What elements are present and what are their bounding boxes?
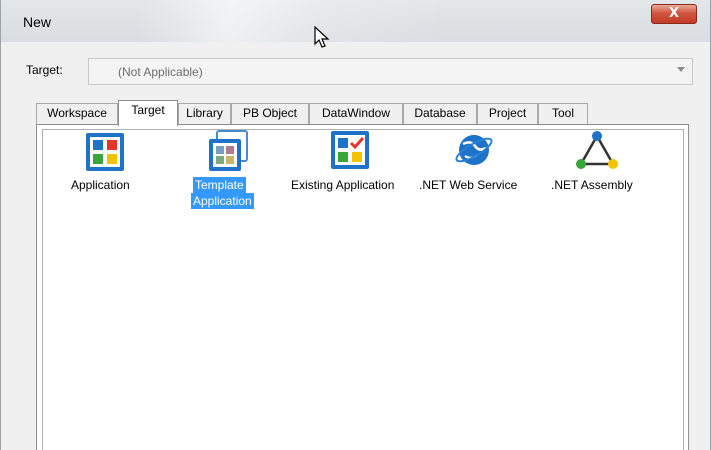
close-icon: X bbox=[668, 6, 680, 21]
tab-project[interactable]: Project bbox=[477, 103, 538, 124]
mouse-cursor-icon bbox=[314, 26, 330, 48]
item-label: Application bbox=[71, 178, 130, 192]
item-label: .NET Assembly bbox=[551, 178, 633, 192]
net-assembly-icon bbox=[576, 131, 618, 169]
target-label: Target: bbox=[26, 63, 63, 77]
new-dialog: New X Target: (Not Applicable) Workspace… bbox=[0, 0, 711, 450]
target-dropdown-value: (Not Applicable) bbox=[118, 65, 203, 79]
item-label: .NET Web Service bbox=[419, 178, 518, 192]
tab-tool[interactable]: Tool bbox=[538, 103, 588, 124]
tab-target[interactable]: Target bbox=[118, 100, 178, 126]
application-icon bbox=[86, 133, 124, 171]
item-label: Existing Application bbox=[291, 178, 395, 192]
target-dropdown[interactable]: (Not Applicable) bbox=[88, 58, 693, 85]
title-bar[interactable]: New X bbox=[1, 0, 710, 42]
item-label-line2: Application bbox=[191, 193, 254, 209]
tab-workspace[interactable]: Workspace bbox=[36, 103, 118, 124]
item-label-line1: Template bbox=[193, 177, 246, 193]
tab-pb-object[interactable]: PB Object bbox=[231, 103, 309, 124]
target-tab-panel bbox=[36, 124, 689, 450]
net-web-service-icon bbox=[455, 135, 493, 165]
tab-database[interactable]: Database bbox=[403, 103, 477, 124]
chevron-down-icon[interactable] bbox=[677, 67, 685, 72]
window-title: New bbox=[23, 14, 52, 30]
tab-library[interactable]: Library bbox=[178, 103, 231, 124]
tab-datawindow[interactable]: DataWindow bbox=[309, 103, 403, 124]
close-button[interactable]: X bbox=[651, 4, 697, 24]
template-application-icon bbox=[209, 130, 248, 171]
existing-application-icon bbox=[331, 131, 369, 169]
